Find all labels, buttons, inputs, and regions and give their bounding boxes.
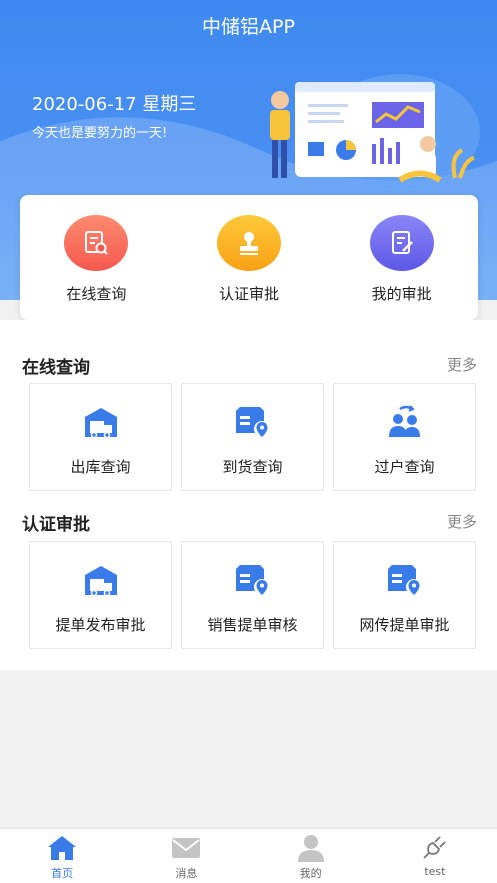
tile-outbound-query[interactable]: 出库查询 <box>29 383 172 491</box>
quick-action-label: 在线查询 <box>66 285 127 303</box>
slogan-text: 今天也是要努力的一天! <box>32 126 168 141</box>
section-title: 在线查询 <box>22 358 90 378</box>
package-location-icon <box>233 402 273 442</box>
tab-test[interactable]: test <box>373 829 497 883</box>
home-icon <box>46 834 78 862</box>
tab-label: 我的 <box>299 867 322 880</box>
quick-action-certification-approval[interactable]: 认证审批 <box>173 195 326 320</box>
quick-action-label: 认证审批 <box>219 285 280 303</box>
transfer-users-icon <box>385 402 425 442</box>
tab-home[interactable]: 首页 <box>0 829 124 883</box>
tab-label: 首页 <box>51 867 74 880</box>
mail-icon <box>170 834 202 862</box>
tile-bill-release-approval[interactable]: 提单发布审批 <box>29 541 172 649</box>
package-location-icon <box>385 560 425 600</box>
tile-label: 销售提单审核 <box>207 616 298 634</box>
dashboard-illustration <box>270 74 480 190</box>
section-header-online-query: 在线查询 更多 <box>0 353 497 383</box>
search-document-icon <box>64 215 129 271</box>
quick-action-my-approval[interactable]: 我的审批 <box>325 195 478 320</box>
tile-arrival-query[interactable]: 到货查询 <box>181 383 324 491</box>
tile-label: 过户查询 <box>374 458 435 476</box>
tile-label: 提单发布审批 <box>55 616 146 634</box>
tile-row-online-query: 出库查询 到货查询 过户查询 <box>29 383 476 491</box>
section-title: 认证审批 <box>22 515 90 535</box>
tile-label: 出库查询 <box>70 458 131 476</box>
stamp-icon <box>217 215 281 271</box>
tile-online-bill-approval[interactable]: 网传提单审批 <box>333 541 476 649</box>
tile-transfer-query[interactable]: 过户查询 <box>333 383 476 491</box>
tab-mine[interactable]: 我的 <box>249 829 373 883</box>
quick-actions-card: 在线查询 认证审批 我的审批 <box>20 195 478 320</box>
tile-label: 网传提单审批 <box>359 616 450 634</box>
tile-label: 到货查询 <box>222 458 283 476</box>
more-link[interactable]: 更多 <box>447 354 477 375</box>
main-content: 在线查询 更多 出库查询 到货查询 过户查询 认证审批 更多 提单发布审批 销售… <box>0 320 497 670</box>
quick-action-label: 我的审批 <box>371 285 432 303</box>
tab-label: 消息 <box>175 867 198 880</box>
section-header-certification-approval: 认证审批 更多 <box>0 510 497 540</box>
package-location-icon <box>233 560 273 600</box>
quick-action-online-query[interactable]: 在线查询 <box>20 195 173 320</box>
more-link[interactable]: 更多 <box>447 511 477 532</box>
app-title: 中储铝APP <box>202 16 295 38</box>
edit-document-icon <box>369 215 434 271</box>
tab-messages[interactable]: 消息 <box>124 829 248 883</box>
bottom-tab-bar: 首页 消息 我的 test <box>0 828 497 883</box>
user-icon <box>295 834 327 862</box>
plug-icon <box>419 834 451 862</box>
tile-row-certification-approval: 提单发布审批 销售提单审核 网传提单审批 <box>29 541 476 649</box>
warehouse-truck-icon <box>81 402 121 442</box>
tab-label: test <box>424 865 446 878</box>
date-text: 2020-06-17 星期三 <box>32 94 197 115</box>
tile-sales-bill-review[interactable]: 销售提单审核 <box>181 541 324 649</box>
warehouse-truck-icon <box>81 560 121 600</box>
